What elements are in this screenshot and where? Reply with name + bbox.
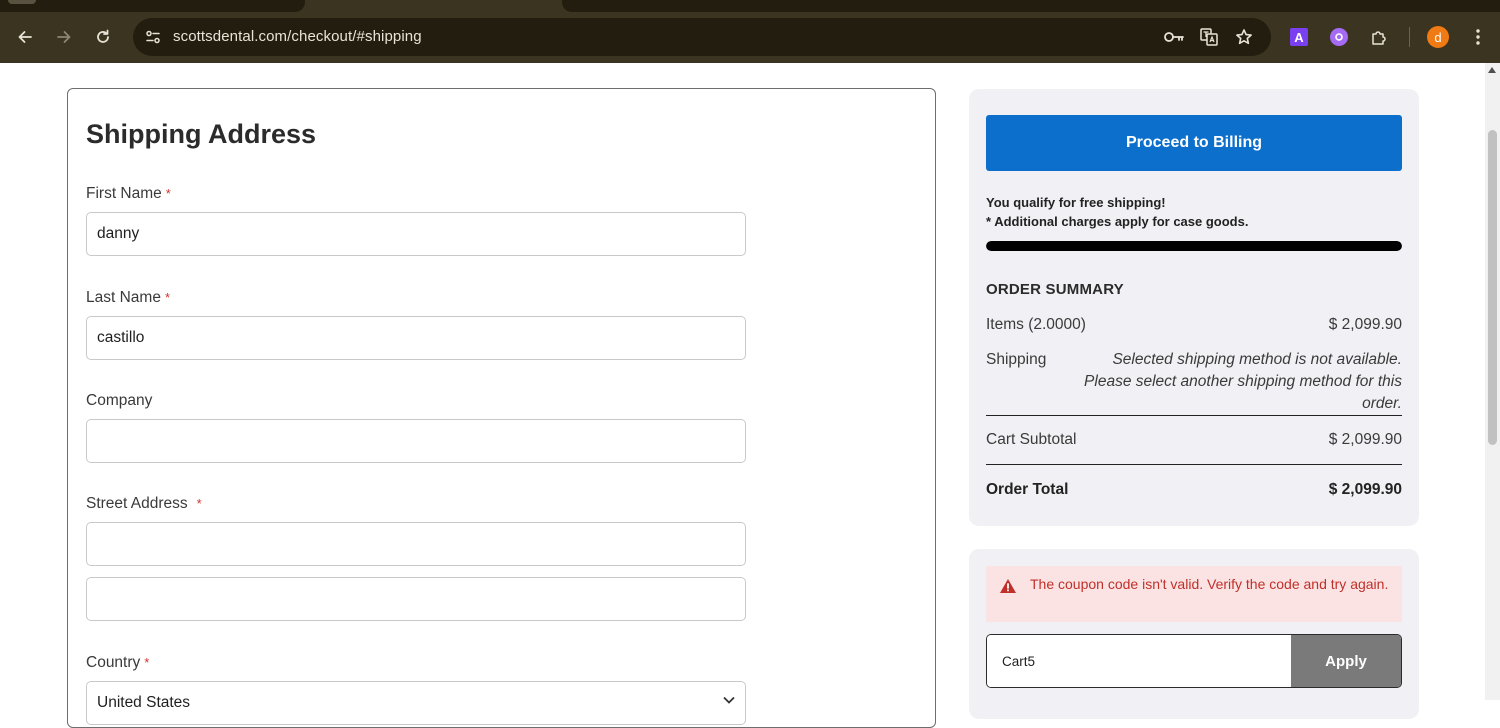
company-label: Company [86, 392, 153, 409]
warning-icon [1000, 579, 1016, 593]
shipping-unavailable-note: Selected shipping method is not availabl… [1084, 351, 1402, 412]
street-address-line2-input[interactable] [86, 577, 746, 621]
browser-toolbar: scottsdental.com/checkout/#shipping A d [0, 12, 1500, 63]
url-text[interactable]: scottsdental.com/checkout/#shipping [173, 28, 422, 45]
coupon-card: The coupon code isn't valid. Verify the … [969, 549, 1419, 719]
proceed-to-billing-button[interactable]: Proceed to Billing [986, 115, 1402, 171]
order-summary-heading: ORDER SUMMARY [986, 281, 1124, 298]
shipping-address-card: Shipping Address First Name * danny Last … [67, 88, 936, 728]
free-shipping-progress-bar [986, 241, 1402, 251]
address-bar[interactable]: scottsdental.com/checkout/#shipping [133, 18, 1271, 56]
street-address-line1-input[interactable] [86, 522, 746, 566]
order-summary-card: Proceed to Billing You qualify for free … [969, 89, 1419, 526]
items-value: $ 2,099.90 [1328, 316, 1402, 333]
scrollbar-thumb[interactable] [1488, 130, 1497, 445]
back-arrow-icon [18, 31, 32, 43]
browser-menu-icon[interactable] [1466, 25, 1490, 49]
country-select[interactable]: United States [86, 681, 746, 725]
divider [986, 464, 1402, 465]
country-select-value: United States [97, 694, 191, 711]
reload-button[interactable] [90, 24, 116, 50]
extensions-puzzle-icon[interactable] [1367, 25, 1391, 49]
last-name-label: Last Name * [86, 289, 171, 306]
required-star: * [164, 290, 171, 305]
street-address-label: Street Address * [86, 495, 202, 512]
site-info-icon[interactable] [141, 25, 165, 49]
page-scrollbar[interactable] [1485, 63, 1500, 700]
free-shipping-message: You qualify for free shipping! [986, 195, 1166, 210]
country-label: Country * [86, 654, 150, 671]
translate-icon[interactable] [1197, 26, 1221, 48]
coupon-code-input[interactable]: Cart5 [987, 635, 1291, 687]
cart-subtotal-value: $ 2,099.90 [1328, 431, 1402, 448]
page-title: Shipping Address [86, 119, 317, 149]
extension-a-icon[interactable]: A [1287, 25, 1311, 49]
company-input[interactable] [86, 419, 746, 463]
order-total-label: Order Total [986, 481, 1069, 498]
order-total-value: $ 2,099.90 [1328, 481, 1402, 498]
back-button[interactable] [12, 24, 38, 50]
forward-arrow-icon [57, 31, 71, 43]
coupon-error-text: The coupon code isn't valid. Verify the … [1030, 576, 1389, 592]
profile-avatar[interactable]: d [1426, 25, 1450, 49]
browser-tab[interactable] [0, 0, 305, 12]
bookmark-star-icon[interactable] [1232, 26, 1256, 48]
coupon-form: Cart5 Apply [986, 634, 1402, 688]
forward-button[interactable] [51, 24, 77, 50]
progress-fill [986, 241, 1402, 251]
cart-subtotal-label: Cart Subtotal [986, 431, 1077, 448]
first-name-input[interactable]: danny [86, 212, 746, 256]
browser-tab-active[interactable] [562, 0, 1500, 12]
extension-b-icon[interactable] [1327, 25, 1351, 49]
items-label: Items (2.0000) [986, 316, 1086, 333]
scroll-up-arrow-icon[interactable] [1488, 67, 1496, 73]
divider [986, 415, 1402, 416]
password-key-icon[interactable] [1162, 26, 1186, 48]
last-name-input[interactable]: castillo [86, 316, 746, 360]
toolbar-divider [1409, 27, 1410, 47]
required-star: * [165, 186, 171, 201]
case-goods-note: * Additional charges apply for case good… [986, 214, 1249, 229]
required-star: * [196, 496, 202, 511]
reload-icon [97, 29, 109, 43]
chevron-down-icon [723, 696, 735, 704]
first-name-label: First Name * [86, 185, 171, 202]
apply-coupon-button[interactable]: Apply [1291, 635, 1401, 687]
shipping-label: Shipping [986, 351, 1047, 368]
coupon-error-alert: The coupon code isn't valid. Verify the … [986, 566, 1402, 622]
shipping-row: Shipping Selected shipping method is not… [986, 349, 1402, 415]
required-star: * [144, 655, 150, 670]
tab-strip [0, 0, 1500, 12]
